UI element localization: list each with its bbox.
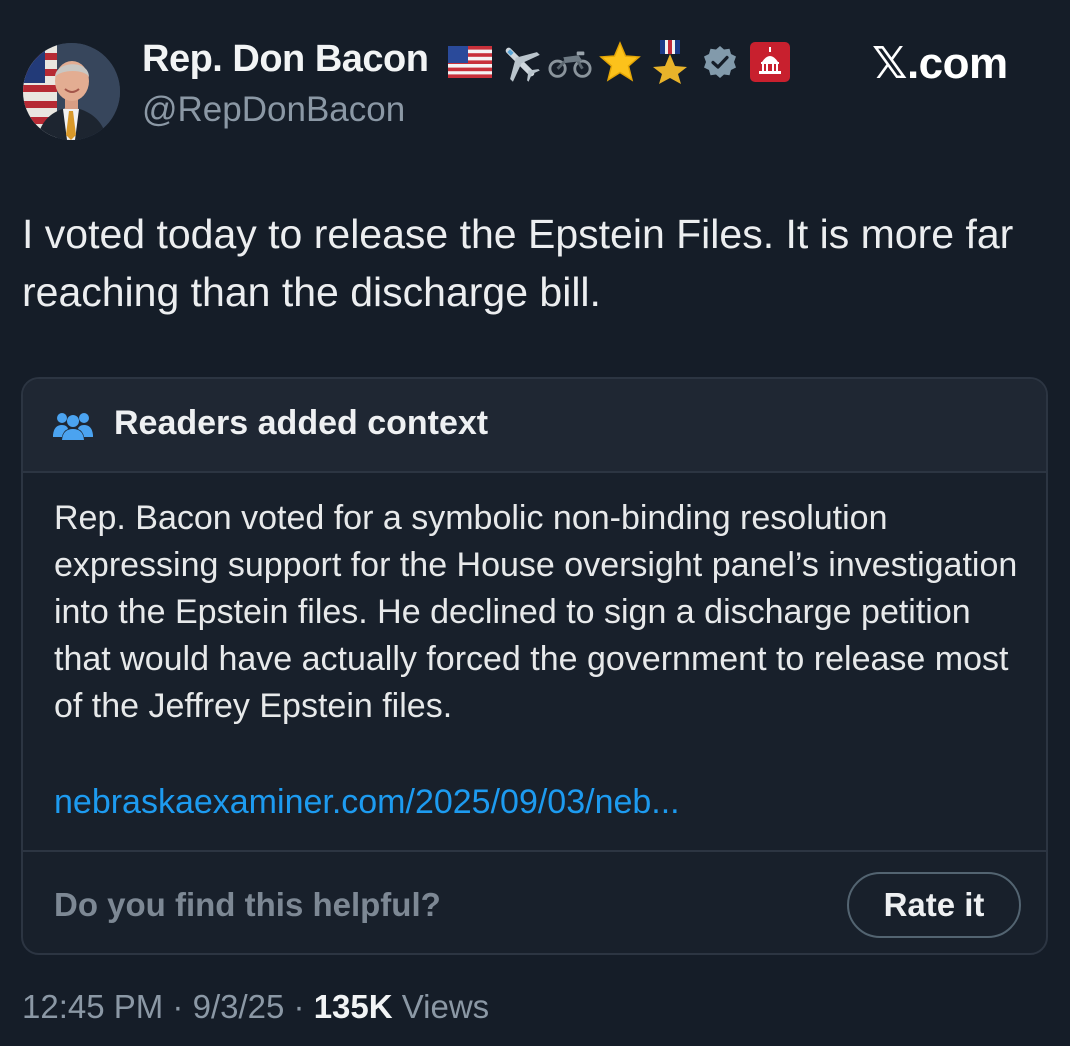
community-note-header: Readers added context xyxy=(23,379,1046,473)
display-name[interactable]: Rep. Don Bacon xyxy=(142,38,429,81)
helpful-question: Do you find this helpful? xyxy=(54,886,441,923)
tweet-meta: 12:45 PM · 9/3/25 · 135K Views xyxy=(22,988,489,1026)
motorcycle-icon xyxy=(548,40,592,84)
views-count: 135K xyxy=(313,988,393,1025)
airplane-icon xyxy=(498,40,542,84)
community-note-title: Readers added context xyxy=(114,404,489,442)
site-logo: 𝕏.com xyxy=(872,39,1008,88)
tweet-text: I voted today to release the Epstein Fil… xyxy=(22,211,1014,315)
user-handle[interactable]: @RepDonBacon xyxy=(142,90,405,130)
medal-icon xyxy=(648,40,692,84)
people-group-icon xyxy=(52,409,94,441)
community-note-source-link[interactable]: nebraskaexaminer.com/2025/09/03/neb... xyxy=(54,779,680,826)
community-note-body: Rep. Bacon voted for a symbolic non-bind… xyxy=(54,499,1018,725)
star-icon xyxy=(598,40,642,84)
rate-it-button[interactable]: Rate it xyxy=(847,872,1021,938)
capitol-affiliation-icon[interactable] xyxy=(748,40,792,84)
avatar[interactable] xyxy=(23,43,120,140)
views-label: Views xyxy=(401,988,490,1025)
badge-row xyxy=(448,38,792,86)
meta-separator: · xyxy=(172,988,184,1025)
tweet-time[interactable]: 12:45 PM xyxy=(22,988,163,1025)
us-flag-icon xyxy=(448,40,492,84)
verified-badge-icon[interactable] xyxy=(698,40,742,84)
meta-separator: · xyxy=(293,988,305,1025)
community-note-card: Readers added context Rep. Bacon voted f… xyxy=(21,377,1048,955)
community-note-divider xyxy=(23,850,1046,852)
tweet-date[interactable]: 9/3/25 xyxy=(193,988,285,1025)
